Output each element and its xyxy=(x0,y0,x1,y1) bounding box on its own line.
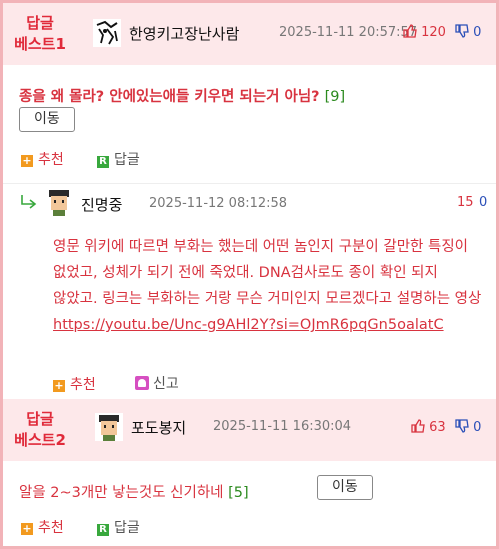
thumb-down-icon xyxy=(455,419,469,433)
best2-date: 2025-11-11 16:30:04 xyxy=(213,419,352,434)
best1-recommend-button[interactable]: + 추천 xyxy=(21,149,64,169)
comment-upvote[interactable]: 15 xyxy=(457,195,474,210)
best1-nickname[interactable]: 한영키고장난사람 xyxy=(129,23,239,44)
plus-square-icon: + xyxy=(21,154,33,167)
best2-header: 답글 베스트2 포도봉지 2025-11-11 16:30:04 63 0 xyxy=(3,399,496,461)
comment-downvote[interactable]: 0 xyxy=(479,195,487,210)
avatar xyxy=(45,188,73,216)
best2-upvote[interactable]: 63 xyxy=(411,419,446,435)
reply-r-icon: R xyxy=(97,156,109,168)
comment-recommend-button[interactable]: + 추천 xyxy=(53,374,96,394)
best1-body: 종을 왜 몰라? 안에있는애들 키우면 되는거 아님? [9] 이동 + 추천 R… xyxy=(3,65,496,183)
plus-square-icon: + xyxy=(53,379,65,392)
plus-square-icon: + xyxy=(21,522,33,535)
best1-date: 2025-11-11 20:57:57 xyxy=(279,25,418,40)
best1-upvote[interactable]: 120 xyxy=(403,24,446,40)
comment-nickname[interactable]: 진명중 xyxy=(81,194,122,215)
reply-r-icon: R xyxy=(97,524,109,536)
comment-link[interactable]: https://youtu.be/Unc-g9AHl2Y?si=OJmR6pqG… xyxy=(53,317,444,333)
thumb-up-icon xyxy=(411,419,425,433)
best2-downvote[interactable]: 0 xyxy=(455,419,481,435)
best2-reply-button[interactable]: R 답글 xyxy=(97,517,140,537)
comment-panel: 답글 베스트1 한영키고장난사람 2025-11-11 20:57:57 120… xyxy=(0,0,499,549)
best1-header: 답글 베스트1 한영키고장난사람 2025-11-11 20:57:57 120… xyxy=(3,3,496,65)
thumb-up-icon xyxy=(403,24,417,38)
best2-badge: 답글 베스트2 xyxy=(14,410,66,449)
best1-move-button[interactable]: 이동 xyxy=(19,107,75,132)
avatar xyxy=(93,19,121,47)
thumb-down-icon xyxy=(455,24,469,38)
siren-icon xyxy=(135,376,149,390)
best1-downvote[interactable]: 0 xyxy=(455,24,481,40)
comment-report-button[interactable]: 신고 xyxy=(135,373,179,393)
best1-reply-button[interactable]: R 답글 xyxy=(97,149,140,169)
avatar xyxy=(95,413,123,441)
comment-body: 영문 위키에 따르면 부화는 했는데 어떤 놈인지 구분이 갈만한 특징이 없었… xyxy=(53,239,482,333)
comment-date: 2025-11-12 08:12:58 xyxy=(149,196,288,211)
best2-nickname[interactable]: 포도봉지 xyxy=(131,417,186,438)
best1-badge: 답글 베스트1 xyxy=(14,14,66,53)
best1-reply-count: [9] xyxy=(324,89,346,105)
best2-body: 알을 2~3개만 낳는것도 신기하네 [5] 이동 + 추천 R 답글 xyxy=(3,461,496,546)
best2-move-button[interactable]: 이동 xyxy=(317,475,373,500)
reply-arrow-icon xyxy=(21,195,37,209)
reply-comment: 진명중 2025-11-12 08:12:58 15 0 영문 위키에 따르면 … xyxy=(3,183,496,399)
best2-recommend-button[interactable]: + 추천 xyxy=(21,517,64,537)
best2-title[interactable]: 알을 2~3개만 낳는것도 신기하네 [5] xyxy=(19,481,249,502)
best2-reply-count: [5] xyxy=(228,485,249,501)
best1-title[interactable]: 종을 왜 몰라? 안에있는애들 키우면 되는거 아님? [9] xyxy=(19,85,345,106)
